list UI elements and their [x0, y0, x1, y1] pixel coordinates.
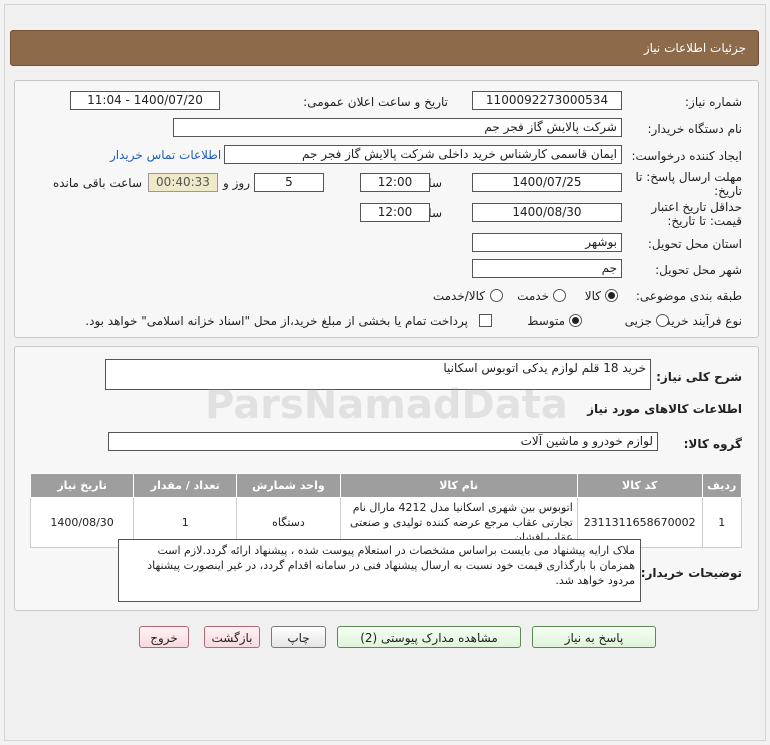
- general-desc-label: شرح کلی نیاز:: [656, 370, 742, 384]
- col-header-need-date: تاریخ نیاز: [29, 473, 135, 498]
- col-header-quantity: تعداد / مقدار: [133, 473, 238, 498]
- cell-row-number: 1: [701, 497, 743, 548]
- goods-table: ردیف کد کالا نام کالا واحد شمارش تعداد /…: [29, 473, 743, 548]
- col-header-row-number: ردیف: [701, 473, 743, 498]
- col-header-goods-name: نام کالا: [339, 473, 578, 498]
- validity-date-field: 1400/08/30: [472, 203, 622, 222]
- validity-time-field: 12:00: [360, 203, 430, 222]
- deadline-label-line1: مهلت ارسال پاسخ: تا: [635, 170, 742, 184]
- reply-to-need-button[interactable]: پاسخ به نیاز: [532, 626, 656, 648]
- buyer-notes-label: توضیحات خریدار:: [640, 566, 742, 580]
- category-service-radio[interactable]: [553, 289, 566, 302]
- print-button[interactable]: چاپ: [271, 626, 326, 648]
- deadline-time-field: 12:00: [360, 173, 430, 192]
- process-minor-label: جزیی: [624, 314, 652, 328]
- announce-datetime-field: 1400/07/20 - 11:04: [70, 91, 220, 110]
- view-attachments-button[interactable]: مشاهده مدارک پیوستی (2): [337, 626, 521, 648]
- page-title: جزئیات اطلاعات نیاز: [10, 30, 759, 66]
- goods-info-title: اطلاعات کالاهای مورد نیاز: [587, 402, 742, 416]
- validity-label-line2: قیمت: تا تاریخ:: [667, 214, 742, 228]
- need-number-field: 1100092273000534: [472, 91, 622, 110]
- col-header-goods-code: کد کالا: [576, 473, 703, 498]
- need-number-label: شماره نیاز:: [685, 95, 742, 109]
- category-goods-radio[interactable]: [605, 289, 618, 302]
- general-desc-field: خرید 18 قلم لوازم یدکی اتوبوس اسکانیا: [105, 359, 651, 390]
- process-medium-label: متوسط: [527, 314, 565, 328]
- treasury-payment-checkbox[interactable]: [479, 314, 492, 327]
- city-field: جم: [472, 259, 622, 278]
- remaining-time-field: 00:40:33: [148, 173, 218, 192]
- buyer-contact-link[interactable]: اطلاعات تماس خریدار: [110, 148, 221, 162]
- deadline-label-line2: تاریخ:: [714, 184, 742, 198]
- category-goods-label: کالا: [584, 289, 601, 303]
- process-minor-radio[interactable]: [656, 314, 669, 327]
- category-label: طبقه بندی موضوعی:: [635, 289, 742, 303]
- province-field: بوشهر: [472, 233, 622, 252]
- creator-label: ایجاد کننده درخواست:: [631, 149, 742, 163]
- validity-label-line1: حداقل تاریخ اعتبار: [651, 200, 742, 214]
- exit-button[interactable]: خروج: [139, 626, 189, 648]
- city-label: شهر محل تحویل:: [655, 263, 742, 277]
- remaining-time-label: ساعت باقی مانده: [52, 176, 142, 190]
- col-header-unit: واحد شمارش: [236, 473, 341, 498]
- creator-field: ایمان قاسمی کارشناس خرید داخلی شرکت پالا…: [224, 145, 622, 164]
- back-button[interactable]: بازگشت: [204, 626, 260, 648]
- announce-datetime-label: تاریخ و ساعت اعلان عمومی:: [303, 95, 448, 109]
- treasury-payment-note: پرداخت تمام یا بخشی از مبلغ خرید،از محل …: [85, 314, 468, 328]
- days-field: 5: [254, 173, 324, 192]
- category-goods-service-radio[interactable]: [490, 289, 503, 302]
- buyer-org-field: شرکت پالایش گاز فجر جم: [173, 118, 622, 137]
- goods-group-label: گروه کالا:: [683, 437, 742, 451]
- category-goods-service-label: کالا/خدمت: [432, 289, 485, 303]
- deadline-date-field: 1400/07/25: [472, 173, 622, 192]
- process-type-label: نوع فرآیند خرید :: [657, 314, 742, 328]
- goods-group-field: لوازم خودرو و ماشین آلات: [108, 432, 658, 451]
- days-label: روز و: [223, 176, 250, 190]
- province-label: استان محل تحویل:: [647, 237, 742, 251]
- process-medium-radio[interactable]: [569, 314, 582, 327]
- category-service-label: خدمت: [517, 289, 549, 303]
- buyer-notes-field: ملاک ارایه پیشنهاد می بایست براساس مشخصا…: [118, 539, 641, 602]
- buyer-org-label: نام دستگاه خریدار:: [647, 122, 743, 136]
